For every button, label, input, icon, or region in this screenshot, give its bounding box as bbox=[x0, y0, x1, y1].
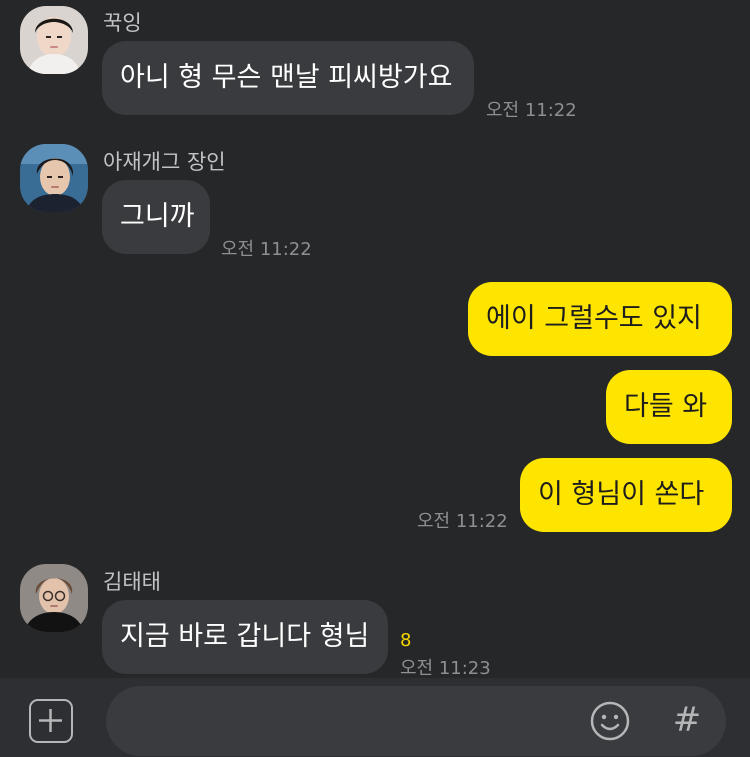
sender-name: 아재개그 장인 bbox=[103, 150, 226, 174]
message-bubble-outgoing[interactable]: 이 형님이 쏜다 bbox=[520, 458, 732, 532]
message-input[interactable] bbox=[106, 686, 726, 756]
avatar[interactable] bbox=[20, 564, 88, 632]
message-timestamp: 오전 11:22 bbox=[417, 511, 508, 532]
message-timestamp: 오전 11:22 bbox=[486, 100, 577, 121]
avatar-photo-icon bbox=[20, 6, 88, 74]
message-bubble-incoming[interactable]: 아니 형 무슨 맨날 피씨방가요 bbox=[102, 41, 474, 115]
plus-square-icon[interactable] bbox=[29, 699, 73, 743]
avatar-photo-icon bbox=[20, 144, 88, 212]
avatar[interactable] bbox=[20, 144, 88, 212]
message-timestamp: 오전 11:23 bbox=[400, 658, 491, 678]
avatar-photo-icon bbox=[20, 564, 88, 632]
chat-message-list[interactable]: 꾹잉 아니 형 무슨 맨날 피씨방가요 오전 11:22 아재개그 장인 그니까… bbox=[0, 0, 750, 678]
avatar[interactable] bbox=[20, 6, 88, 74]
message-bubble-outgoing[interactable]: 에이 그럴수도 있지 bbox=[468, 282, 732, 356]
message-bubble-incoming[interactable]: 지금 바로 갑니다 형님 bbox=[102, 600, 388, 674]
hash-icon[interactable]: # bbox=[668, 700, 706, 740]
sender-name: 김태태 bbox=[103, 570, 161, 594]
unread-count: 8 bbox=[400, 630, 412, 651]
message-timestamp: 오전 11:22 bbox=[221, 239, 312, 260]
sender-name: 꾹잉 bbox=[103, 11, 142, 35]
message-bubble-incoming[interactable]: 그니까 bbox=[102, 180, 210, 254]
message-input-bar: # bbox=[0, 678, 750, 757]
smiley-icon[interactable] bbox=[590, 701, 630, 741]
message-bubble-outgoing[interactable]: 다들 와 bbox=[606, 370, 732, 444]
